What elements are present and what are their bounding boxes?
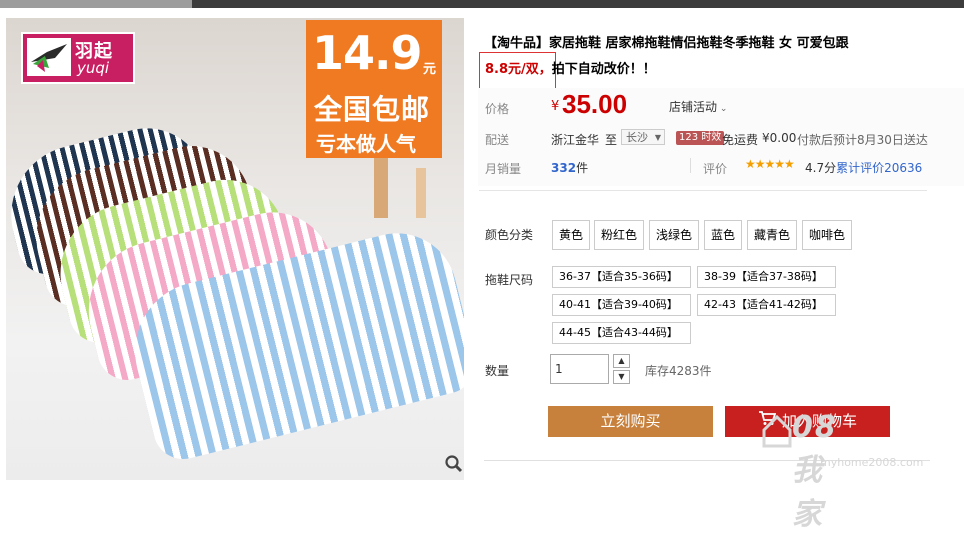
promo-notice: 8.8元/双，拍下自动改价！！ xyxy=(485,58,656,77)
ship-from: 浙江金华 xyxy=(551,133,600,147)
rating-link[interactable]: 4.7分累计评价20636 xyxy=(805,159,922,176)
quantity-input[interactable] xyxy=(550,354,609,384)
rating-score: 4.7分 xyxy=(805,161,837,175)
color-option-lightgreen[interactable]: 浅绿色 xyxy=(649,220,700,250)
delivery-speed-badge: 123 时效 xyxy=(676,131,725,145)
color-option-pink[interactable]: 粉红色 xyxy=(594,220,645,250)
shipping-fee: ¥0.00 xyxy=(762,131,797,145)
promo-slogan: 亏本做人气 xyxy=(316,132,416,156)
monthly-sales-unit: 件 xyxy=(576,161,589,175)
buy-now-button[interactable]: 立刻购买 xyxy=(548,406,713,437)
house-icon xyxy=(762,414,792,451)
divider xyxy=(690,158,691,173)
top-nav-bar xyxy=(0,0,964,8)
chevron-down-icon: ▼ xyxy=(618,372,625,381)
color-label: 颜色分类 xyxy=(485,228,534,242)
size-option-44-45[interactable]: 44-45【适合43-44码】 xyxy=(552,322,691,344)
brand-logo: 羽起 yuqi xyxy=(21,32,135,84)
promo-price: 14.9 xyxy=(312,26,422,80)
product-image[interactable]: 羽起 yuqi 14.9 元 全国包邮 亏本做人气 xyxy=(6,18,464,480)
ship-to-word: 至 xyxy=(605,133,618,147)
product-title: 【淘牛品】家居拖鞋 居家棉拖鞋情侣拖鞋冬季拖鞋 女 可爱包跟 xyxy=(484,36,849,51)
promo-banner: 14.9 元 全国包邮 亏本做人气 xyxy=(306,20,442,158)
price-value: 35.00 xyxy=(562,89,628,119)
quantity-decrease-button[interactable]: ▼ xyxy=(613,370,630,384)
store-activity-dropdown[interactable]: 店铺活动 ⌄ xyxy=(669,98,727,115)
store-activity-label: 店铺活动 xyxy=(669,100,718,114)
destination-city-select[interactable]: 长沙 ▼ xyxy=(621,129,665,145)
size-option-42-43[interactable]: 42-43【适合41-42码】 xyxy=(697,294,836,316)
bird-logo-icon xyxy=(27,38,71,76)
top-nav-active-segment xyxy=(0,0,192,8)
watermark-text: 08我家 xyxy=(792,410,838,532)
delivery-eta: 付款后预计8月30日送达 xyxy=(797,133,928,147)
size-option-40-41[interactable]: 40-41【适合39-40码】 xyxy=(552,294,691,316)
rating-stars-icon: ★★★★★ xyxy=(745,157,795,171)
watermark-url: myhome2008.com xyxy=(820,456,924,469)
stool-leg xyxy=(374,158,388,218)
chevron-down-icon: ⌄ xyxy=(717,104,728,114)
stock-count: 库存4283件 xyxy=(645,364,712,378)
color-option-navy[interactable]: 藏青色 xyxy=(747,220,798,250)
section-divider xyxy=(479,190,927,191)
size-label: 拖鞋尺码 xyxy=(485,273,534,287)
color-option-blue[interactable]: 蓝色 xyxy=(704,220,743,250)
monthly-sales-count: 332 xyxy=(551,161,577,175)
promo-price-note: 8.8元/双， xyxy=(485,62,552,77)
brand-name-en: yuqi xyxy=(77,59,110,77)
color-option-yellow[interactable]: 黄色 xyxy=(552,220,591,250)
magnifier-icon[interactable] xyxy=(444,454,464,474)
monthly-sales-label: 月销量 xyxy=(485,162,522,176)
color-option-coffee[interactable]: 咖啡色 xyxy=(802,220,853,250)
promo-free-shipping: 全国包邮 xyxy=(314,93,431,126)
destination-city: 长沙 xyxy=(626,131,648,144)
monthly-sales: 332件 xyxy=(551,159,588,176)
quantity-label: 数量 xyxy=(485,364,510,378)
caret-down-icon: ▼ xyxy=(654,133,661,142)
price-label: 价格 xyxy=(485,102,510,116)
shipping-label: 配送 xyxy=(485,133,510,147)
review-count: 累计评价20636 xyxy=(836,161,923,175)
free-shipping: 免运费 xyxy=(722,133,759,147)
promo-price-unit: 元 xyxy=(423,62,437,77)
stool-leg xyxy=(416,168,426,218)
promo-auto-note: 拍下自动改价！！ xyxy=(551,62,656,77)
quantity-increase-button[interactable]: ▲ xyxy=(613,354,630,368)
size-option-36-37[interactable]: 36-37【适合35-36码】 xyxy=(552,266,691,288)
rating-label: 评价 xyxy=(703,162,728,176)
size-option-38-39[interactable]: 38-39【适合37-38码】 xyxy=(697,266,836,288)
price-currency: ¥ xyxy=(551,99,560,114)
chevron-up-icon: ▲ xyxy=(618,356,625,365)
